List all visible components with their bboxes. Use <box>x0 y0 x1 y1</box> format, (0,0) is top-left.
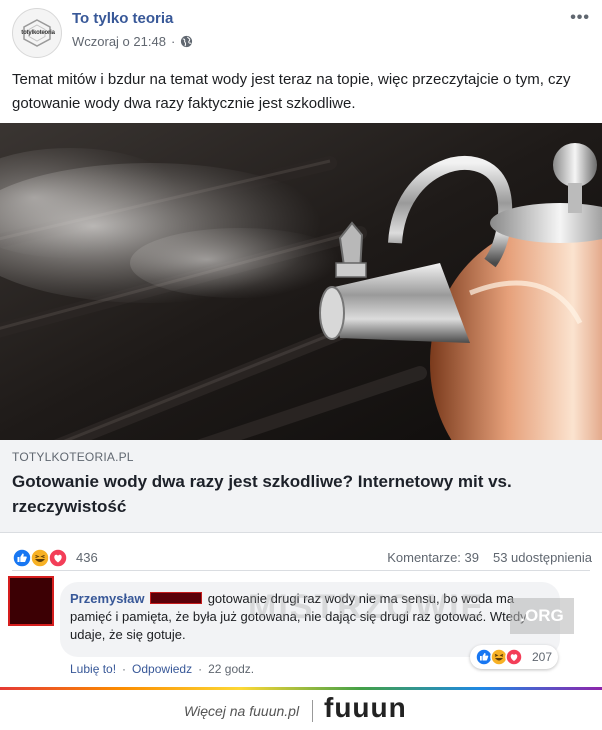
comment-author[interactable]: Przemysław <box>70 591 144 606</box>
kettle-steam-illustration <box>0 123 602 440</box>
redacted-surname <box>150 592 203 604</box>
reaction-count[interactable]: 436 <box>76 550 98 565</box>
divider <box>12 570 590 571</box>
post-text: Temat mitów i bzdur na temat wody jest t… <box>12 71 571 112</box>
post-meta: Wczoraj o 21:48 · <box>72 34 193 49</box>
shares-count[interactable]: 53 udostępnienia <box>493 550 592 565</box>
comment-actions: Lubię to! · Odpowiedz · 22 godz. <box>70 662 254 676</box>
like-icon <box>12 548 32 568</box>
avatar-logo-text: totylkoteoria <box>21 30 55 36</box>
comment-reaction-count: 207 <box>532 650 553 664</box>
facebook-post: totylkoteoria To tylko teoria Wczoraj o … <box>0 0 602 687</box>
page-name[interactable]: To tylko teoria <box>72 10 173 27</box>
link-preview[interactable]: TOTYLKOTEORIA.PL Gotowanie wody dwa razy… <box>0 440 602 533</box>
separator-dot: · <box>198 662 203 676</box>
love-icon <box>48 548 68 568</box>
footer-banner: Więcej na fuuun.pl fuuun <box>0 690 602 730</box>
fuuun-logo[interactable]: fuuun <box>324 692 407 724</box>
comment-reactions[interactable]: 207 <box>470 645 558 669</box>
comment-time[interactable]: 22 godz. <box>208 662 254 676</box>
footer-separator <box>312 700 313 722</box>
link-domain: TOTYLKOTEORIA.PL <box>12 450 134 464</box>
separator-dot: · <box>122 662 127 676</box>
watermark-org: .ORG <box>510 598 574 634</box>
globe-icon <box>181 35 193 48</box>
reactions-summary: 436 Komentarze: 39 53 udostępnienia <box>0 544 602 572</box>
page-avatar[interactable]: totylkoteoria <box>12 8 62 58</box>
comments-count[interactable]: Komentarze: 39 <box>387 550 479 565</box>
footer-text[interactable]: Więcej na fuuun.pl <box>184 703 299 719</box>
reply-button[interactable]: Odpowiedz <box>132 662 192 676</box>
separator-dot: · <box>170 34 176 49</box>
commenter-avatar[interactable] <box>8 576 54 626</box>
post-timestamp[interactable]: Wczoraj o 21:48 <box>72 34 166 49</box>
more-options-icon[interactable]: ••• <box>570 9 590 27</box>
comment-reaction-icons <box>475 648 523 666</box>
reaction-icons[interactable] <box>12 548 74 568</box>
like-comment-button[interactable]: Lubię to! <box>70 662 116 676</box>
comment-body: Przemysław gotowanie drugi raz wody nie … <box>70 590 530 644</box>
post-image[interactable] <box>0 123 602 440</box>
link-title[interactable]: Gotowanie wody dwa razy jest szkodliwe? … <box>12 469 592 519</box>
haha-icon <box>30 548 50 568</box>
